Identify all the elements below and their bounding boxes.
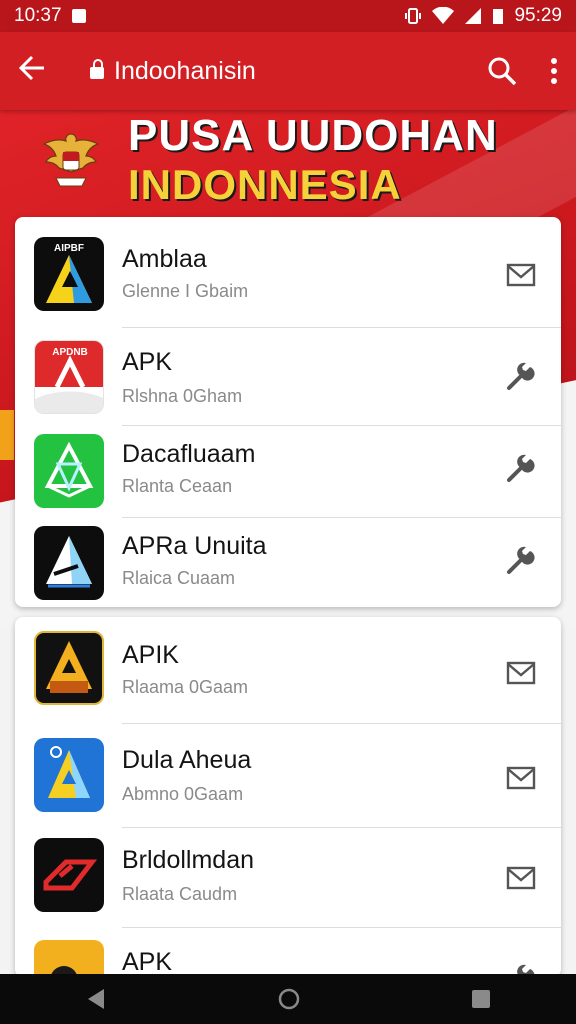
app-subtitle: Rlaama 0Gaam — [122, 677, 249, 697]
triangle-app-icon: AIPBF — [34, 237, 104, 311]
nav-recents-icon[interactable] — [470, 988, 492, 1010]
signal-icon — [465, 8, 482, 24]
battery-icon — [493, 9, 504, 24]
envelope-icon[interactable] — [505, 657, 537, 689]
gold-a-app-icon — [34, 631, 104, 705]
red-arrow-app-icon — [34, 838, 104, 912]
app-subtitle: Rlaica Cuaam — [122, 568, 236, 588]
list-item[interactable]: APRa Unuita Rlaica Cuaam — [15, 518, 561, 607]
app-name: APK — [122, 948, 173, 976]
lock-icon — [90, 59, 104, 79]
app-subtitle: Glenne I Gbaim — [122, 281, 249, 301]
envelope-icon[interactable] — [505, 259, 537, 291]
list-item[interactable]: Brldollmdan Rlaata Caudm — [15, 828, 561, 926]
app-subtitle: Abmno 0Gaam — [122, 784, 244, 804]
list-item[interactable]: APIK Rlaama 0Gaam — [15, 617, 561, 715]
app-name: Amblaa — [122, 245, 207, 273]
app-name: APIK — [122, 641, 179, 669]
app-toolbar: Indoohanisin — [0, 32, 576, 110]
banner-title-line1: PUSA UUDOHAN — [128, 111, 498, 160]
list-item[interactable]: AIPBF Amblaa Glenne I Gbaim — [15, 217, 561, 315]
wrench-icon[interactable] — [505, 362, 537, 394]
status-bar: 10:37 95:29 — [0, 0, 576, 32]
wrench-icon[interactable] — [505, 454, 537, 486]
more-vert-icon[interactable] — [550, 58, 558, 84]
app-name: Brldollmdan — [122, 846, 255, 874]
app-list-card-2: APIK Rlaama 0Gaam Dula Aheua Abmno 0Gaam… — [15, 617, 561, 977]
status-time: 10:37 — [14, 5, 62, 26]
nav-home-icon[interactable] — [277, 987, 301, 1011]
toolbar-title: Indoohanisin — [114, 56, 256, 85]
app-name: APRa Unuita — [122, 532, 267, 560]
app-name: Dacafluaam — [122, 440, 256, 468]
system-nav-bar — [0, 974, 576, 1024]
battery-time: 95:29 — [514, 5, 562, 26]
app-subtitle: Rlaata Caudm — [122, 884, 238, 904]
icon-label: AIPBF — [54, 243, 84, 254]
app-subtitle: Rlshna 0Gham — [122, 386, 243, 406]
vibrate-icon — [405, 8, 422, 24]
list-item[interactable]: APDNB APK Rlshna 0Gham — [15, 328, 561, 426]
list-item[interactable]: APK — [15, 928, 561, 977]
banner-title: PUSA UUDOHAN INDONNESIA — [128, 108, 498, 206]
back-button[interactable] — [18, 54, 70, 88]
envelope-icon[interactable] — [505, 862, 537, 894]
wrench-icon[interactable] — [505, 546, 537, 578]
search-icon[interactable] — [486, 55, 518, 87]
garuda-emblem-icon — [42, 133, 100, 187]
app-list-card-1: AIPBF Amblaa Glenne I Gbaim APDNB APK Rl… — [15, 217, 561, 607]
wifi-icon — [432, 7, 455, 24]
list-item[interactable]: Dacafluaam Rlanta Ceaan — [15, 426, 561, 524]
banner-title-line2: INDONNESIA — [128, 161, 402, 208]
app-name: Dula Aheua — [122, 746, 252, 774]
black-pyramid-app-icon — [34, 526, 104, 600]
toolbar-title-area[interactable]: Indoohanisin — [90, 57, 486, 86]
red-ribbon-app-icon: APDNB — [34, 340, 104, 414]
nav-back-icon[interactable] — [84, 987, 108, 1011]
arrow-back-icon — [18, 55, 44, 81]
side-strip — [0, 410, 14, 460]
blue-a-app-icon — [34, 738, 104, 812]
green-gem-app-icon — [34, 434, 104, 508]
notification-icon — [71, 9, 86, 23]
envelope-icon[interactable] — [505, 762, 537, 794]
list-item[interactable]: Dula Aheua Abmno 0Gaam — [15, 724, 561, 822]
app-name: APK — [122, 348, 173, 376]
yellow-app-icon — [34, 940, 104, 977]
app-subtitle: Rlanta Ceaan — [122, 476, 233, 496]
